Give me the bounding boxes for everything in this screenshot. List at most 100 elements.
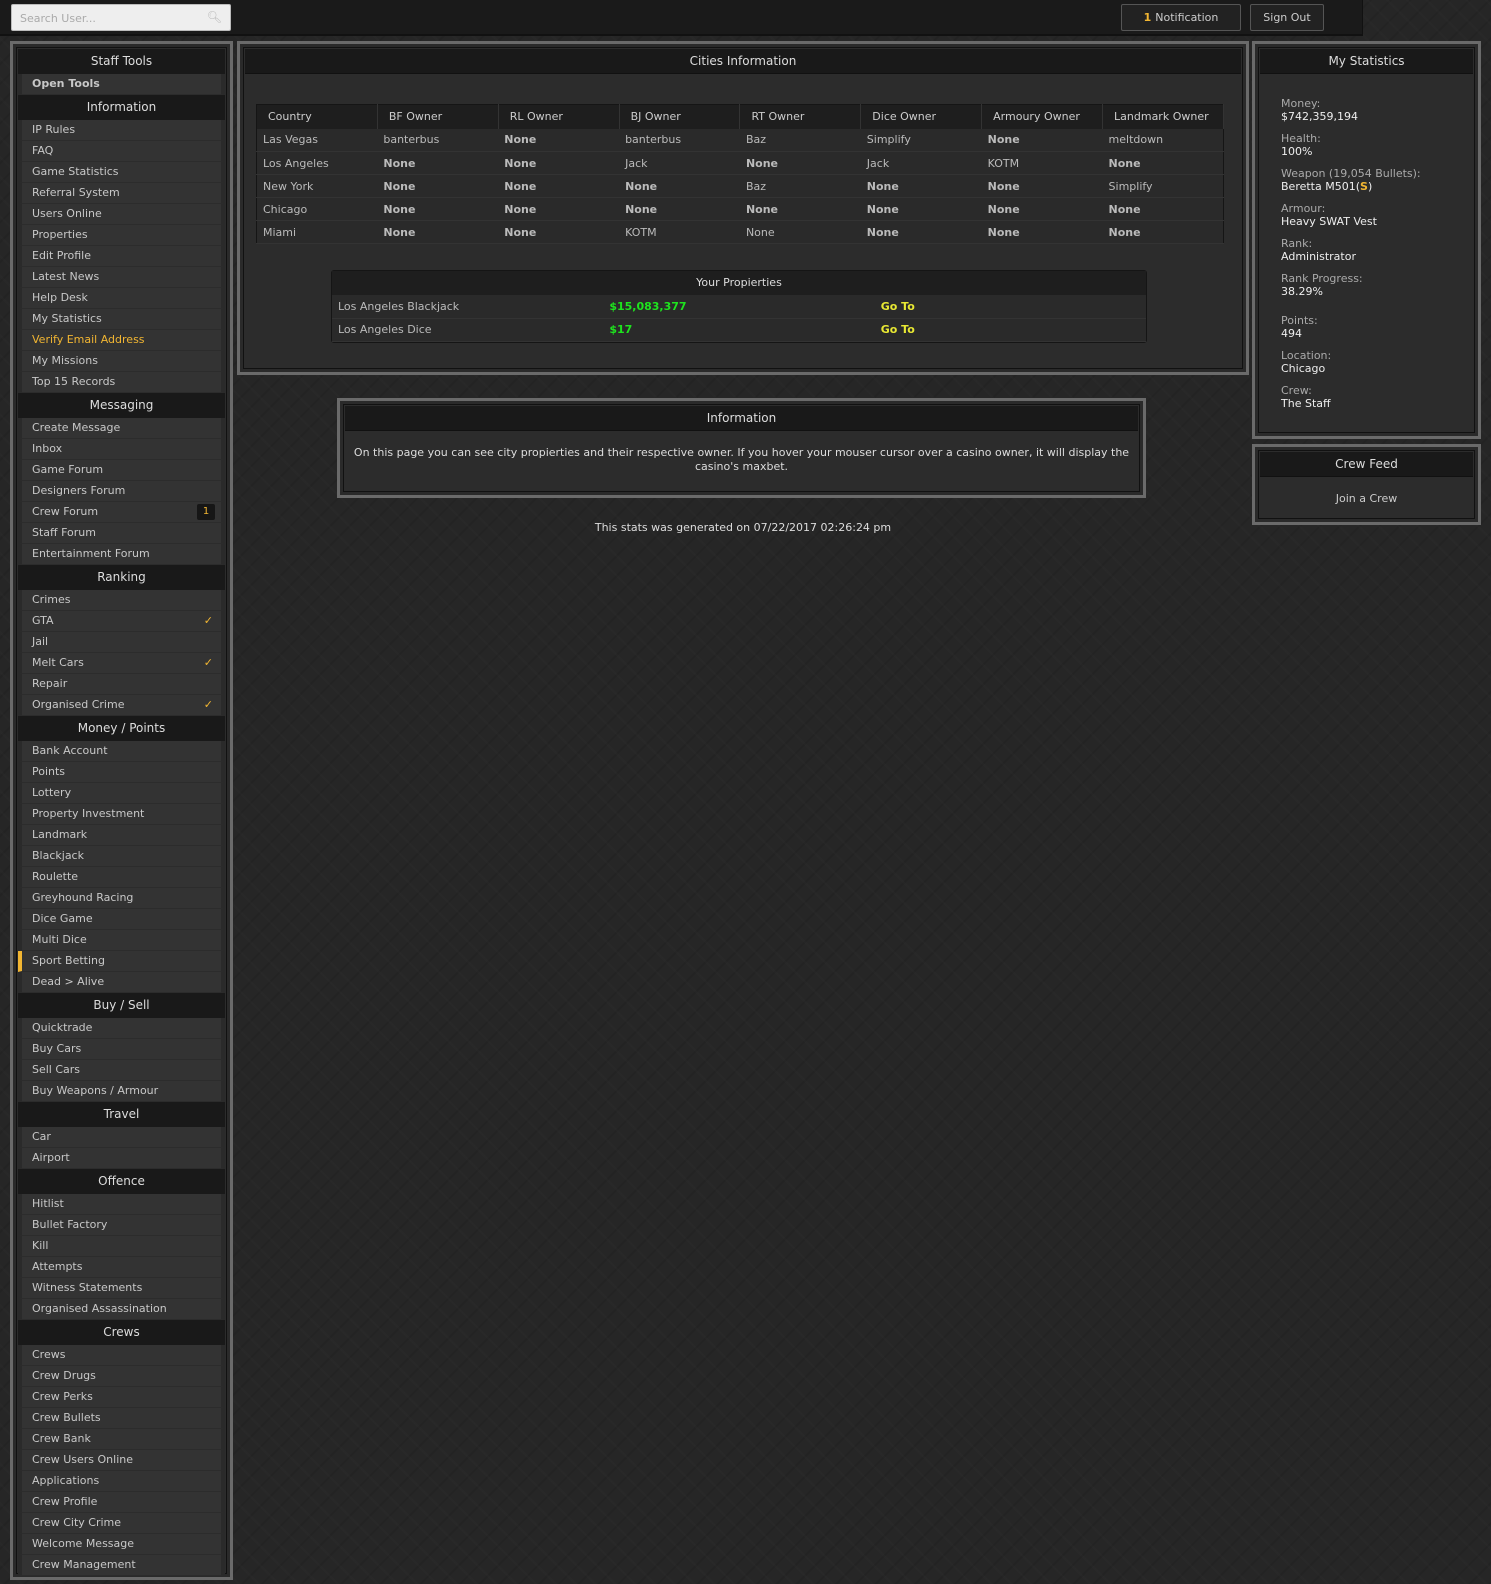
sidebar-item[interactable]: IP Rules <box>18 120 225 141</box>
sidebar-item[interactable]: Crew Management <box>18 1555 225 1576</box>
sidebar-item-label: Help Desk <box>32 291 88 304</box>
sidebar-item[interactable]: Crews <box>18 1345 225 1366</box>
sidebar-item[interactable]: Dice Game <box>18 909 225 930</box>
sidebar-item[interactable]: Staff Forum <box>18 523 225 544</box>
sidebar-item[interactable]: GTA ✓ <box>18 611 225 632</box>
sidebar-section-header: Staff Tools <box>18 49 225 74</box>
sidebar-item-label: Roulette <box>32 870 79 883</box>
sidebar-item-label: Landmark <box>32 828 88 841</box>
sidebar-item[interactable]: Create Message <box>18 418 225 439</box>
sidebar-item[interactable]: Property Investment <box>18 804 225 825</box>
search-input[interactable]: Search User... 🔍︎ <box>11 4 231 31</box>
sidebar-item[interactable]: Jail <box>18 632 225 653</box>
sidebar-item[interactable]: Points <box>18 762 225 783</box>
table-cell: None <box>377 151 499 175</box>
join-crew-link[interactable]: Join a Crew <box>1260 477 1473 505</box>
search-icon[interactable]: 🔍︎ <box>207 10 222 24</box>
table-cell: None <box>498 220 620 244</box>
sidebar-item[interactable]: Properties <box>18 225 225 246</box>
table-cell[interactable]: Jack <box>860 151 982 175</box>
sidebar-item[interactable]: Blackjack <box>18 846 225 867</box>
sidebar-item[interactable]: Roulette <box>18 867 225 888</box>
sidebar-item[interactable]: Latest News <box>18 267 225 288</box>
sidebar-item[interactable]: Car <box>18 1127 225 1148</box>
search-placeholder: Search User... <box>20 12 96 25</box>
sidebar-item[interactable]: Dead > Alive <box>18 972 225 993</box>
sidebar-item[interactable]: Organised Crime ✓ <box>18 695 225 716</box>
table-cell[interactable]: Baz <box>739 128 861 152</box>
sidebar-item[interactable]: Hitlist <box>18 1194 225 1215</box>
sidebar-item[interactable]: Witness Statements <box>18 1278 225 1299</box>
sidebar-item[interactable]: Crimes <box>18 590 225 611</box>
sidebar-item[interactable]: Crew Forum 1 <box>18 502 225 523</box>
sidebar-item-label: Crew Forum <box>32 505 99 518</box>
sidebar-item[interactable]: Users Online <box>18 204 225 225</box>
table-cell[interactable]: Simplify <box>1102 174 1224 198</box>
sidebar-item[interactable]: Buy Cars <box>18 1039 225 1060</box>
sidebar-item[interactable]: My Statistics <box>18 309 225 330</box>
table-cell[interactable]: banterbus <box>377 128 499 152</box>
table-cell: None <box>1102 197 1224 221</box>
sidebar-item[interactable]: Inbox <box>18 439 225 460</box>
sidebar-item[interactable]: Crew Profile <box>18 1492 225 1513</box>
sidebar-item[interactable]: Attempts <box>18 1257 225 1278</box>
sidebar-item[interactable]: Crew Perks <box>18 1387 225 1408</box>
sidebar-item[interactable]: Entertainment Forum <box>18 544 225 565</box>
table-cell[interactable]: KOTM <box>981 151 1103 175</box>
sidebar-item[interactable]: Repair <box>18 674 225 695</box>
sidebar-item[interactable]: Sport Betting <box>18 951 225 972</box>
sidebar-item[interactable]: Multi Dice <box>18 930 225 951</box>
sidebar-item[interactable]: FAQ <box>18 141 225 162</box>
sidebar-item[interactable]: Game Forum <box>18 460 225 481</box>
sidebar-item[interactable]: Crew Bullets <box>18 1408 225 1429</box>
sidebar-item[interactable]: Greyhound Racing <box>18 888 225 909</box>
sidebar-item[interactable]: Kill <box>18 1236 225 1257</box>
sidebar-item[interactable]: My Missions <box>18 351 225 372</box>
sidebar-item-label: Crew Management <box>32 1558 136 1571</box>
table-cell[interactable]: Baz <box>739 174 861 198</box>
sidebar-item[interactable]: Open Tools <box>18 74 225 95</box>
sidebar-item[interactable]: Edit Profile <box>18 246 225 267</box>
sidebar-item-label: Game Statistics <box>32 165 119 178</box>
sidebar-item[interactable]: Verify Email Address <box>18 330 225 351</box>
sidebar-item[interactable]: Welcome Message <box>18 1534 225 1555</box>
go-to-link[interactable]: Go To <box>874 295 1146 319</box>
sidebar-item[interactable]: Sell Cars <box>18 1060 225 1081</box>
sidebar-item-label: My Statistics <box>32 312 102 325</box>
table-cell[interactable]: banterbus <box>619 128 740 152</box>
sidebar-item[interactable]: Referral System <box>18 183 225 204</box>
table-cell[interactable]: Jack <box>619 151 740 175</box>
sidebar-item[interactable]: Crew Drugs <box>18 1366 225 1387</box>
sidebar-item[interactable]: Help Desk <box>18 288 225 309</box>
sidebar-item[interactable]: Crew City Crime <box>18 1513 225 1534</box>
sidebar-item-label: Welcome Message <box>32 1537 135 1550</box>
table-cell: None <box>1102 151 1224 175</box>
sidebar-item[interactable]: Quicktrade <box>18 1018 225 1039</box>
column-header: Dice Owner <box>860 104 983 129</box>
sidebar-item[interactable]: Buy Weapons / Armour <box>18 1081 225 1102</box>
sidebar-item[interactable]: Organised Assassination <box>18 1299 225 1320</box>
sidebar-item[interactable]: Bullet Factory <box>18 1215 225 1236</box>
sidebar-item-label: Sell Cars <box>32 1063 81 1076</box>
sidebar-item[interactable]: Lottery <box>18 783 225 804</box>
column-header: Armoury Owner <box>981 104 1104 129</box>
health-label: Health: <box>1281 132 1321 145</box>
rank-progress-value: 38.29% <box>1281 285 1323 298</box>
table-cell[interactable]: Simplify <box>860 128 982 152</box>
sidebar-item-label: Property Investment <box>32 807 145 820</box>
go-to-link[interactable]: Go To <box>874 318 1146 342</box>
sidebar-item[interactable]: Melt Cars ✓ <box>18 653 225 674</box>
sidebar-item[interactable]: Top 15 Records <box>18 372 225 393</box>
table-cell[interactable]: KOTM <box>619 220 740 244</box>
sidebar-item[interactable]: Applications <box>18 1471 225 1492</box>
sign-out-button[interactable]: Sign Out <box>1250 4 1324 31</box>
sidebar-item[interactable]: Airport <box>18 1148 225 1169</box>
sidebar-item[interactable]: Crew Bank <box>18 1429 225 1450</box>
sidebar-item[interactable]: Bank Account <box>18 741 225 762</box>
sidebar-item[interactable]: Crew Users Online <box>18 1450 225 1471</box>
sidebar-item[interactable]: Designers Forum <box>18 481 225 502</box>
notification-button[interactable]: 1 Notification <box>1121 4 1241 31</box>
sidebar-item[interactable]: Landmark <box>18 825 225 846</box>
table-cell[interactable]: meltdown <box>1102 128 1224 152</box>
sidebar-item[interactable]: Game Statistics <box>18 162 225 183</box>
